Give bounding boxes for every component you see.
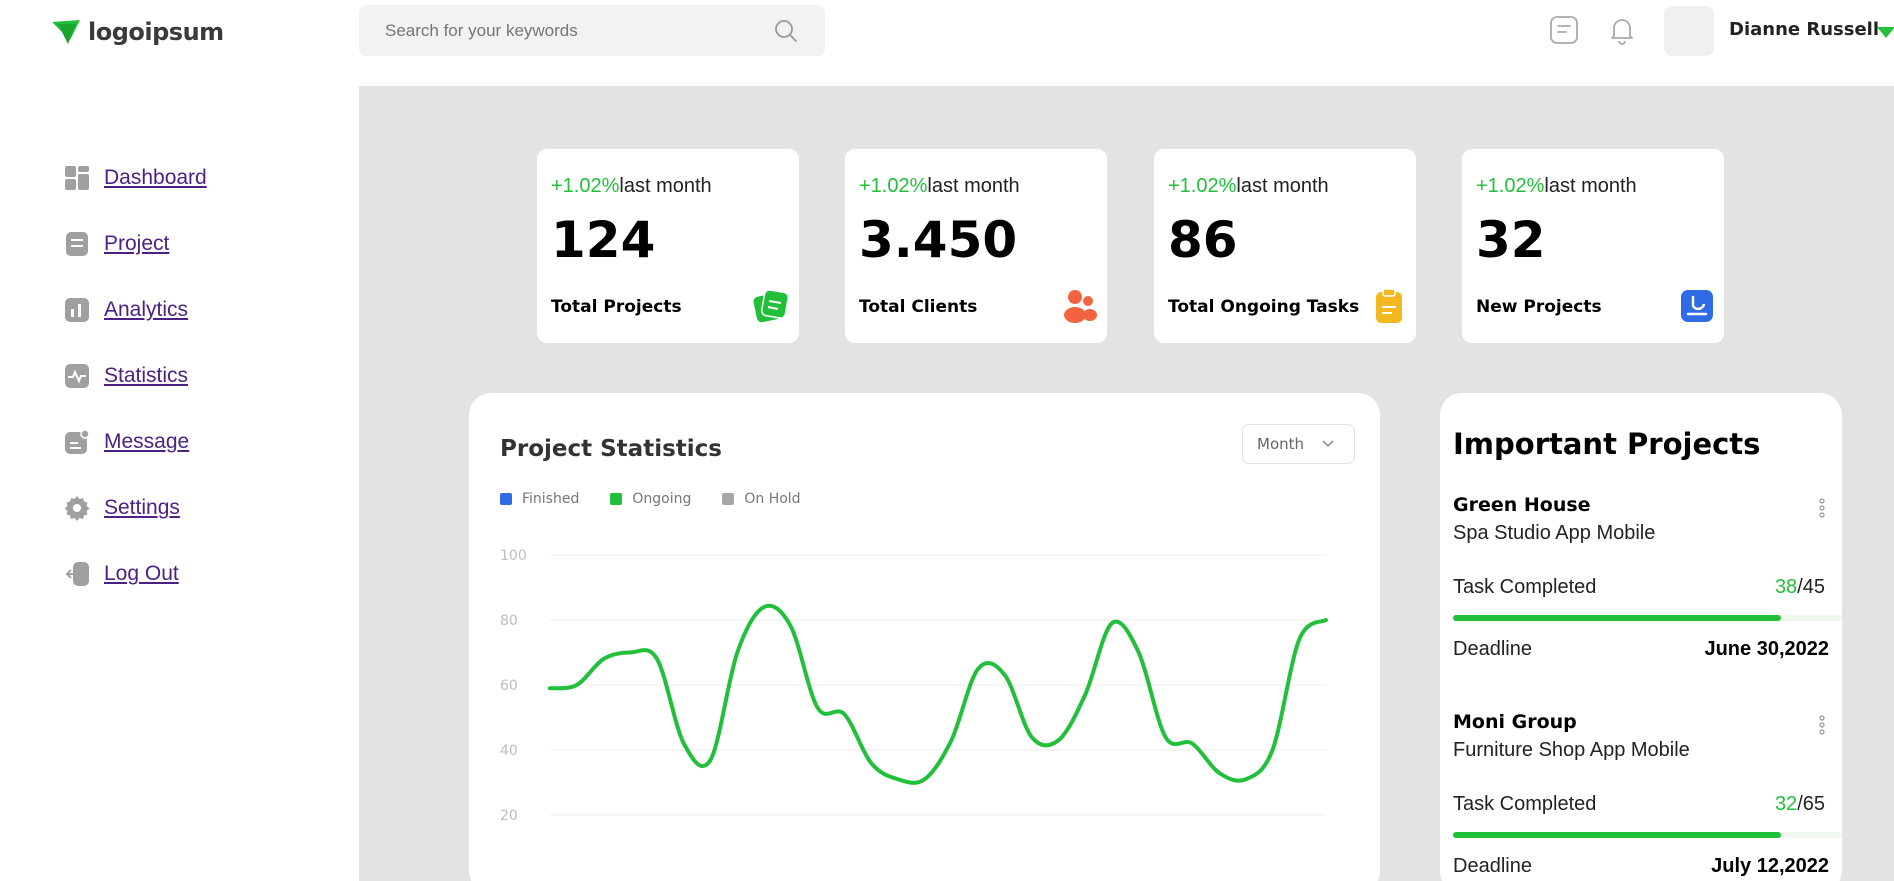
project-statistics-chart: 20 40 60 80 100 bbox=[500, 548, 1328, 824]
series-line-ongoing bbox=[548, 603, 1328, 785]
sidebar-item-settings[interactable]: Settings bbox=[64, 475, 207, 541]
chevron-down-icon bbox=[1322, 440, 1334, 448]
more-options-icon[interactable] bbox=[1819, 498, 1825, 518]
logo-text: logoipsum bbox=[88, 18, 224, 46]
stat-card-total-projects[interactable]: +1.02%last month 124 Total Projects bbox=[537, 149, 799, 343]
legend-item-on-hold[interactable]: On Hold bbox=[722, 491, 801, 507]
panel-title: Important Projects bbox=[1453, 427, 1761, 461]
progress-bar bbox=[1453, 832, 1842, 838]
users-icon bbox=[1064, 290, 1097, 323]
progress-fill bbox=[1453, 615, 1782, 621]
pulse-icon bbox=[65, 364, 89, 388]
sidebar-item-project[interactable]: Project bbox=[64, 211, 207, 277]
progress-fill bbox=[1453, 832, 1782, 838]
logo-mark-icon bbox=[52, 20, 80, 44]
logo[interactable]: logoipsum bbox=[50, 16, 224, 48]
stat-card-total-ongoing-tasks[interactable]: +1.02%last month 86 Total Ongoing Tasks bbox=[1154, 149, 1416, 343]
deadline-label: Deadline bbox=[1453, 638, 1532, 660]
panel-title: Project Statistics bbox=[500, 436, 722, 462]
stat-card-total-clients[interactable]: +1.02%last month 3.450 Total Clients bbox=[845, 149, 1107, 343]
sidebar-item-label[interactable]: Log Out bbox=[104, 562, 179, 586]
deadline-value: June 30,2022 bbox=[1704, 638, 1829, 660]
stat-value: 32 bbox=[1476, 211, 1546, 269]
legend-label: On Hold bbox=[744, 491, 801, 507]
logout-icon bbox=[65, 562, 89, 586]
sidebar-nav: Dashboard Project Analytics Statistics M… bbox=[64, 145, 207, 607]
legend-item-ongoing[interactable]: Ongoing bbox=[610, 491, 691, 507]
sidebar-item-statistics[interactable]: Statistics bbox=[64, 343, 207, 409]
stat-value: 86 bbox=[1168, 211, 1238, 269]
notes-icon[interactable] bbox=[1548, 14, 1580, 46]
user-name[interactable]: Dianne Russell bbox=[1729, 19, 1879, 40]
gear-icon bbox=[64, 496, 90, 521]
deadline-value: July 12,2022 bbox=[1711, 855, 1829, 877]
legend-label: Finished bbox=[522, 491, 580, 507]
clipboard-icon bbox=[1376, 288, 1402, 323]
progress-bar bbox=[1453, 615, 1842, 621]
sidebar-item-label[interactable]: Statistics bbox=[104, 364, 188, 388]
deadline-label: Deadline bbox=[1453, 855, 1532, 877]
task-completed-label: Task Completed bbox=[1453, 576, 1597, 598]
document-icon bbox=[66, 232, 88, 256]
search-input[interactable] bbox=[385, 20, 773, 41]
message-icon bbox=[65, 429, 90, 454]
search-icon[interactable] bbox=[773, 18, 799, 44]
sidebar-item-logout[interactable]: Log Out bbox=[64, 541, 207, 607]
important-projects-panel: Important Projects Green House Spa Studi… bbox=[1440, 393, 1842, 881]
task-completed-value: 32/65 bbox=[1774, 793, 1825, 815]
sidebar-item-label[interactable]: Analytics bbox=[104, 298, 188, 322]
sidebar-item-label[interactable]: Settings bbox=[104, 496, 180, 520]
folder-icon bbox=[753, 289, 790, 323]
legend-swatch bbox=[722, 493, 735, 505]
task-completed-value: 38/45 bbox=[1774, 576, 1825, 598]
sidebar-item-analytics[interactable]: Analytics bbox=[64, 277, 207, 343]
user-menu-caret-icon[interactable] bbox=[1877, 27, 1894, 38]
y-tick-label: 100 bbox=[500, 548, 527, 564]
period-select-value: Month bbox=[1257, 435, 1305, 453]
stat-value: 3.450 bbox=[859, 211, 1018, 269]
project-name: Green House bbox=[1453, 494, 1591, 516]
task-completed-label: Task Completed bbox=[1453, 793, 1597, 815]
stat-value: 124 bbox=[551, 211, 656, 269]
period-select[interactable]: Month bbox=[1242, 424, 1355, 464]
project-subtitle: Spa Studio App Mobile bbox=[1453, 522, 1656, 544]
more-options-icon[interactable] bbox=[1819, 715, 1825, 735]
stat-label: Total Clients bbox=[859, 297, 978, 317]
y-tick-label: 80 bbox=[500, 613, 518, 629]
grid-icon bbox=[65, 166, 89, 190]
report-icon bbox=[1681, 290, 1713, 322]
stat-delta: +1.02%last month bbox=[859, 175, 1020, 197]
stat-card-new-projects[interactable]: +1.02%last month 32 New Projects bbox=[1462, 149, 1724, 343]
project-name: Moni Group bbox=[1453, 711, 1577, 733]
search-bar[interactable] bbox=[359, 5, 825, 56]
chart-legend: Finished Ongoing On Hold bbox=[500, 491, 801, 507]
project-statistics-panel: 20 40 60 80 100 Project Statistics Month Fin… bbox=[469, 393, 1380, 881]
sidebar-item-label[interactable]: Message bbox=[104, 430, 189, 454]
legend-swatch bbox=[500, 493, 512, 505]
legend-item-finished[interactable]: Finished bbox=[500, 491, 579, 507]
stat-delta: +1.02%last month bbox=[1168, 175, 1329, 197]
stat-label: Total Projects bbox=[551, 297, 682, 317]
y-tick-label: 40 bbox=[500, 743, 518, 759]
sidebar-item-label[interactable]: Dashboard bbox=[104, 166, 207, 190]
stat-label: Total Ongoing Tasks bbox=[1168, 297, 1360, 317]
legend-label: Ongoing bbox=[632, 491, 692, 507]
sidebar-item-message[interactable]: Message bbox=[64, 409, 207, 475]
y-tick-label: 20 bbox=[500, 808, 518, 824]
stat-delta: +1.02%last month bbox=[1476, 175, 1637, 197]
avatar[interactable] bbox=[1664, 6, 1714, 56]
y-tick-label: 60 bbox=[500, 678, 518, 694]
project-subtitle: Furniture Shop App Mobile bbox=[1453, 739, 1690, 761]
sidebar-item-dashboard[interactable]: Dashboard bbox=[64, 145, 207, 211]
stat-label: New Projects bbox=[1476, 297, 1602, 317]
main-content: +1.02%last month 124 Total Projects +1.0… bbox=[359, 86, 1894, 881]
sidebar-item-label[interactable]: Project bbox=[104, 232, 169, 256]
bell-icon[interactable] bbox=[1606, 14, 1638, 46]
bar-chart-icon bbox=[65, 298, 89, 322]
legend-swatch bbox=[610, 493, 623, 505]
stat-delta: +1.02%last month bbox=[551, 175, 712, 197]
